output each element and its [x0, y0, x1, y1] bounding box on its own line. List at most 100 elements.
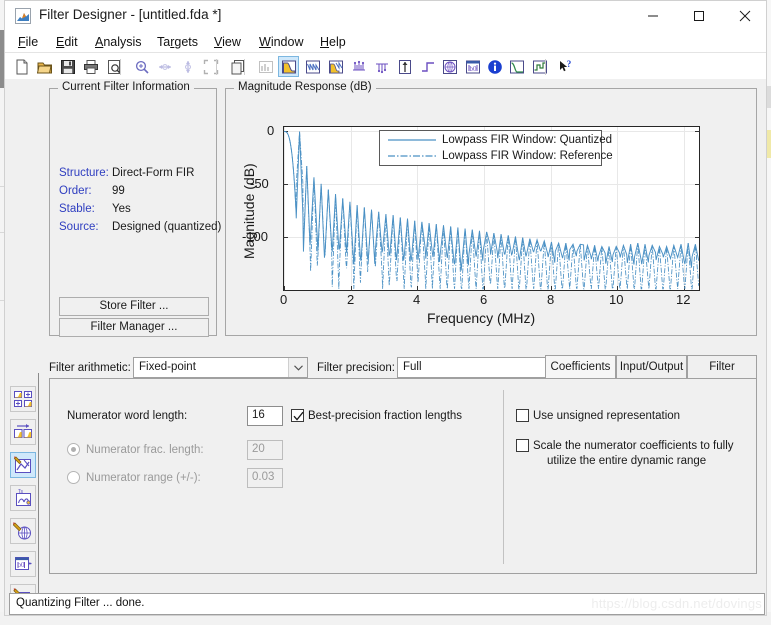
- menu-file[interactable]: File: [15, 34, 41, 50]
- numerator-frac-length-input[interactable]: 20: [247, 440, 283, 460]
- close-button[interactable]: [722, 1, 768, 31]
- structure-label: Structure:: [59, 167, 109, 179]
- numerator-range-radio[interactable]: [67, 471, 80, 484]
- plot-legend: Lowpass FIR Window: Quantized Lowpass FI…: [379, 130, 613, 166]
- ytick-label-0: 0: [267, 123, 275, 138]
- toolbar-separator-3: [244, 59, 245, 75]
- numerator-range-value: 0.03: [252, 471, 275, 483]
- radio-dot: [71, 447, 76, 452]
- scale-coefficients-label-line1: Scale the numerator coefficients to full…: [533, 440, 734, 452]
- legend-label-quantized: Lowpass FIR Window: Quantized: [442, 134, 613, 146]
- menu-help[interactable]: Help: [317, 34, 349, 50]
- filter-precision-label: Filter precision:: [317, 362, 395, 374]
- sidebar-divider: [38, 373, 39, 605]
- import-filter-icon[interactable]: [10, 419, 36, 445]
- use-unsigned-checkbox[interactable]: [516, 409, 529, 422]
- magnitude-response-plot[interactable]: 0 -50 -100 0 2 4 6 8 10 12 Frequency (MH…: [227, 94, 755, 334]
- save-icon[interactable]: [57, 56, 78, 77]
- impulse-response-icon[interactable]: [394, 56, 415, 77]
- status-message: Quantizing Filter ... done.: [16, 597, 145, 609]
- phase-response-icon[interactable]: [302, 56, 323, 77]
- panel-vertical-separator: [503, 390, 504, 564]
- svg-text:b0: b0: [18, 561, 26, 569]
- transform-filter-icon[interactable]: Ts: [10, 485, 36, 511]
- phase-delay-icon[interactable]: [371, 56, 392, 77]
- status-bar: Quantizing Filter ... done. https://blog…: [9, 593, 765, 615]
- set-quantization-parameters-icon[interactable]: b0: [10, 551, 36, 577]
- step-response-icon[interactable]: [417, 56, 438, 77]
- magnitude-response-estimate-icon[interactable]: [506, 56, 527, 77]
- tab-input-output[interactable]: Input/Output: [616, 355, 687, 379]
- zoom-x-icon: [154, 56, 175, 77]
- watermark-text: https://blog.csdn.net/dovings: [591, 596, 762, 611]
- filter-information-icon[interactable]: [484, 56, 505, 77]
- best-precision-checkbox[interactable]: [291, 409, 304, 422]
- magnitude-response-icon[interactable]: [278, 56, 299, 77]
- app-window: Filter Designer - [untitled.fda *] File …: [4, 0, 767, 616]
- scale-coefficients-checkbox[interactable]: [516, 439, 529, 452]
- order-label: Order:: [59, 185, 92, 197]
- design-task-sidebar: Ts b0: [5, 81, 38, 615]
- filter-coefficients-icon[interactable]: b0: [462, 56, 483, 77]
- xtick-label-12: 12: [676, 292, 691, 307]
- current-filter-information-title: Current Filter Information: [58, 81, 194, 93]
- current-filter-information-panel: Current Filter Information Structure: Di…: [49, 81, 221, 337]
- quantization-tabs: Coefficients Input/Output Filter Interna…: [545, 355, 757, 395]
- maximize-button[interactable]: [676, 1, 722, 31]
- open-file-icon[interactable]: [34, 56, 55, 77]
- print-icon[interactable]: [80, 56, 101, 77]
- numerator-word-length-label: Numerator word length:: [67, 410, 188, 422]
- numerator-range-input[interactable]: 0.03: [247, 468, 283, 488]
- design-filter-icon[interactable]: [10, 386, 36, 412]
- xtick-label-6: 6: [480, 292, 488, 307]
- context-help-icon[interactable]: ?: [554, 56, 575, 77]
- tab-filter-internals[interactable]: Filter Internals: [687, 355, 757, 395]
- svg-text:b0: b0: [469, 65, 477, 73]
- menu-analysis[interactable]: Analysis: [92, 34, 145, 50]
- legend-swatch-reference: [388, 155, 436, 157]
- new-filter-icon[interactable]: [11, 56, 32, 77]
- filter-arithmetic-label: Filter arithmetic:: [49, 362, 131, 374]
- group-delay-icon[interactable]: [348, 56, 369, 77]
- realize-model-icon[interactable]: [10, 518, 36, 544]
- menu-window[interactable]: Window: [256, 34, 306, 50]
- menu-view[interactable]: View: [211, 34, 244, 50]
- best-precision-label: Best-precision fraction lengths: [308, 410, 463, 422]
- menu-targets[interactable]: Targets: [154, 34, 201, 50]
- zoom-y-icon: [177, 56, 198, 77]
- filter-arithmetic-dropdown[interactable]: Fixed-point: [133, 357, 308, 378]
- source-value: Designed (quantized): [112, 221, 222, 233]
- legend-label-reference: Lowpass FIR Window: Reference: [442, 150, 613, 162]
- toolbar: b0 ?: [5, 53, 766, 79]
- quantize-filter-icon[interactable]: [10, 452, 36, 478]
- numerator-frac-length-radio[interactable]: [67, 443, 80, 456]
- pole-zero-plot-icon[interactable]: [439, 56, 460, 77]
- filter-manager-button[interactable]: Filter Manager ...: [59, 318, 209, 337]
- matlab-membrane-icon: [15, 8, 31, 24]
- xtick-label-8: 8: [547, 292, 555, 307]
- tab-coefficients[interactable]: Coefficients: [545, 355, 616, 379]
- order-value: 99: [112, 185, 125, 197]
- title-bar: Filter Designer - [untitled.fda *]: [5, 1, 766, 31]
- store-filter-button[interactable]: Store Filter ...: [59, 297, 209, 316]
- svg-text:?: ?: [566, 59, 571, 69]
- round-off-noise-power-icon[interactable]: [529, 56, 550, 77]
- menu-edit[interactable]: Edit: [53, 34, 81, 50]
- numerator-word-length-input[interactable]: 16: [247, 406, 283, 426]
- filter-designer-window: Filter Designer - [untitled.fda *] File …: [0, 0, 771, 625]
- magnitude-and-phase-icon[interactable]: [325, 56, 346, 77]
- x-axis-label: Frequency (MHz): [427, 310, 536, 326]
- client-area: Ts b0 Current Filter Information Structu…: [5, 81, 766, 615]
- zoom-in-icon[interactable]: [131, 56, 152, 77]
- chevron-down-icon: [288, 358, 307, 377]
- filter-arithmetic-value: Fixed-point: [139, 361, 196, 373]
- magnitude-response-panel: Magnitude Response (dB) 0 -50 -100 0 2 4…: [225, 81, 757, 336]
- stable-value: Yes: [112, 203, 131, 215]
- xtick-label-4: 4: [413, 292, 421, 307]
- numerator-word-length-value: 16: [252, 409, 265, 421]
- xtick-label-0: 0: [280, 292, 288, 307]
- quantization-panel: Filter arithmetic: Fixed-point Filter pr…: [49, 351, 757, 601]
- minimize-button[interactable]: [630, 1, 676, 31]
- scale-coefficients-label-line2: utilize the entire dynamic range: [547, 455, 707, 467]
- xtick-label-2: 2: [347, 292, 355, 307]
